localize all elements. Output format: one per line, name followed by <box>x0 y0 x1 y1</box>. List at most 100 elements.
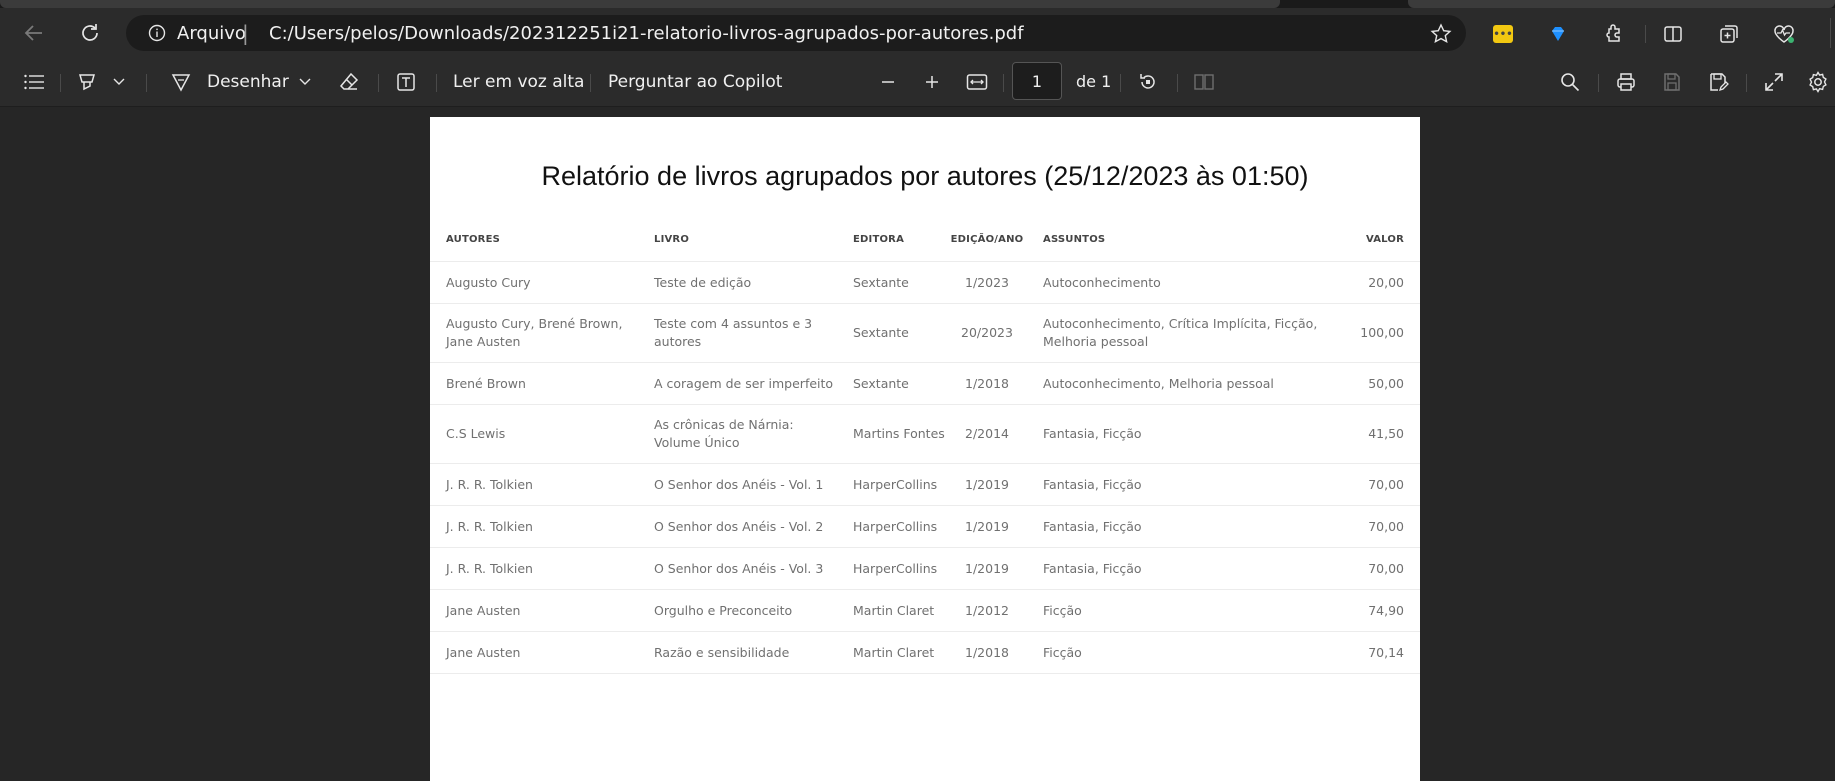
scheme-label: Arquivo <box>177 23 246 44</box>
table-row: Augusto Cury Teste de edição Sextante 1/… <box>430 261 1420 304</box>
column-header-assuntos: ASSUNTOS <box>1027 217 1330 262</box>
pdf-page: Relatório de livros agrupados por autore… <box>430 117 1420 781</box>
table-row: J. R. R. Tolkien O Senhor dos Anéis - Vo… <box>430 505 1420 548</box>
back-button[interactable] <box>20 19 48 47</box>
report-table: AUTORES LIVRO EDITORA EDIÇÃO/ANO ASSUNTO… <box>430 217 1420 674</box>
browser-tab[interactable] <box>0 0 1280 8</box>
add-text-button[interactable] <box>392 68 420 96</box>
list-icon <box>24 74 44 90</box>
cell-edicao: 20/2023 <box>947 303 1027 363</box>
cell-livro: O Senhor dos Anéis - Vol. 2 <box>638 505 837 548</box>
cell-assuntos: Fantasia, Ficção <box>1027 547 1330 590</box>
cell-livro: Teste de edição <box>638 261 837 304</box>
ask-copilot-button[interactable]: Perguntar ao Copilot <box>608 72 782 92</box>
cell-assuntos: Autoconhecimento <box>1027 261 1330 304</box>
cell-assuntos: Autoconhecimento, Melhoria pessoal <box>1027 362 1330 405</box>
cell-editora: Sextante <box>837 261 947 304</box>
erase-button[interactable] <box>335 68 363 96</box>
toolbar-divider <box>1598 74 1599 92</box>
browser-essentials-icon[interactable] <box>1771 21 1797 47</box>
cell-edicao: 1/2019 <box>947 463 1027 506</box>
column-header-editora: EDITORA <box>837 217 947 262</box>
text-box-icon <box>397 73 415 91</box>
cell-assuntos: Ficção <box>1027 589 1330 632</box>
cell-editora: HarperCollins <box>837 505 947 548</box>
star-icon[interactable] <box>1430 23 1452 45</box>
table-header-row: AUTORES LIVRO EDITORA EDIÇÃO/ANO ASSUNTO… <box>430 217 1420 262</box>
cell-assuntos: Ficção <box>1027 631 1330 674</box>
draw-button[interactable]: Desenhar <box>207 72 289 92</box>
cell-valor: 50,00 <box>1330 362 1420 405</box>
toolbar-divider <box>1746 74 1747 92</box>
pdf-toolbar: Desenhar Ler em voz alta Perguntar ao Co… <box>0 58 1835 107</box>
arrow-left-icon <box>24 25 42 41</box>
gem-extension-icon[interactable] <box>1545 21 1571 47</box>
fit-to-width-button[interactable] <box>962 68 992 96</box>
chevron-down-icon <box>113 78 125 85</box>
cell-valor: 70,00 <box>1330 463 1420 506</box>
toolbar-divider <box>590 74 591 92</box>
cell-edicao: 1/2018 <box>947 362 1027 405</box>
cell-edicao: 1/2023 <box>947 261 1027 304</box>
cell-editora: Sextante <box>837 303 947 363</box>
cell-editora: Martin Claret <box>837 631 947 674</box>
cell-assuntos: Autoconhecimento, Crítica Implícita, Fic… <box>1027 303 1330 363</box>
column-header-autores: AUTORES <box>430 217 638 262</box>
print-button[interactable] <box>1612 68 1640 96</box>
search-button[interactable] <box>1556 68 1584 96</box>
cell-autores: J. R. R. Tolkien <box>430 463 638 506</box>
puzzle-icon[interactable] <box>1601 21 1627 47</box>
highlight-button[interactable] <box>72 68 102 96</box>
minus-icon <box>882 81 894 83</box>
pdf-viewer[interactable]: Relatório de livros agrupados por autore… <box>0 107 1835 781</box>
cell-valor: 70,14 <box>1330 631 1420 674</box>
save-as-button[interactable] <box>1704 68 1732 96</box>
zoom-in-button[interactable] <box>918 68 946 96</box>
zoom-out-button[interactable] <box>874 68 902 96</box>
table-row: Brené Brown A coragem de ser imperfeito … <box>430 362 1420 405</box>
read-aloud-button[interactable]: Ler em voz alta <box>453 72 584 92</box>
page-total-label: de 1 <box>1076 72 1112 91</box>
address-bar: Arquivo | C:/Users/pelos/Downloads/20231… <box>0 8 1835 58</box>
cell-livro: Teste com 4 assuntos e 3 autores <box>638 303 837 363</box>
browser-tab[interactable] <box>1408 0 1835 8</box>
table-row: J. R. R. Tolkien O Senhor dos Anéis - Vo… <box>430 463 1420 506</box>
cell-autores: Brené Brown <box>430 362 638 405</box>
highlight-options-dropdown[interactable] <box>110 68 128 96</box>
cell-edicao: 1/2012 <box>947 589 1027 632</box>
collections-icon[interactable] <box>1716 21 1742 47</box>
printer-icon <box>1617 73 1635 91</box>
fullscreen-button[interactable] <box>1760 68 1788 96</box>
cell-livro: As crônicas de Nárnia: Volume Único <box>638 404 837 464</box>
page-view-button[interactable] <box>1190 68 1218 96</box>
cell-assuntos: Fantasia, Ficção <box>1027 505 1330 548</box>
cell-assuntos: Fantasia, Ficção <box>1027 404 1330 464</box>
toolbar-divider <box>1645 25 1646 43</box>
draw-button-icon[interactable] <box>168 68 194 96</box>
column-header-valor: VALOR <box>1330 217 1420 262</box>
rotate-button[interactable] <box>1134 68 1162 96</box>
table-of-contents-button[interactable] <box>20 68 48 96</box>
cell-editora: HarperCollins <box>837 547 947 590</box>
toolbar-divider <box>436 74 437 92</box>
omnibox[interactable]: Arquivo | C:/Users/pelos/Downloads/20231… <box>126 15 1466 51</box>
settings-button[interactable] <box>1804 68 1832 96</box>
two-page-icon <box>1194 74 1214 90</box>
cell-assuntos: Fantasia, Ficção <box>1027 463 1330 506</box>
reload-button[interactable] <box>76 19 104 47</box>
save-button[interactable] <box>1658 68 1686 96</box>
split-screen-icon[interactable] <box>1660 21 1686 47</box>
eraser-icon <box>339 72 359 90</box>
cell-edicao: 1/2019 <box>947 505 1027 548</box>
table-row: Augusto Cury, Brené Brown, Jane Austen T… <box>430 303 1420 363</box>
scheme-separator: | <box>242 21 249 45</box>
page-number-input[interactable]: 1 <box>1012 62 1062 100</box>
pen-icon <box>171 74 191 92</box>
table-row: Jane Austen Razão e sensibilidade Martin… <box>430 631 1420 674</box>
toolbar-divider <box>378 74 379 92</box>
draw-options-dropdown[interactable] <box>296 68 314 96</box>
cell-autores: Augusto Cury <box>430 261 638 304</box>
info-icon[interactable] <box>148 24 166 42</box>
yellow-extension-icon[interactable]: ••• <box>1490 21 1516 47</box>
url-text[interactable]: C:/Users/pelos/Downloads/202312251i21-re… <box>269 23 1024 44</box>
